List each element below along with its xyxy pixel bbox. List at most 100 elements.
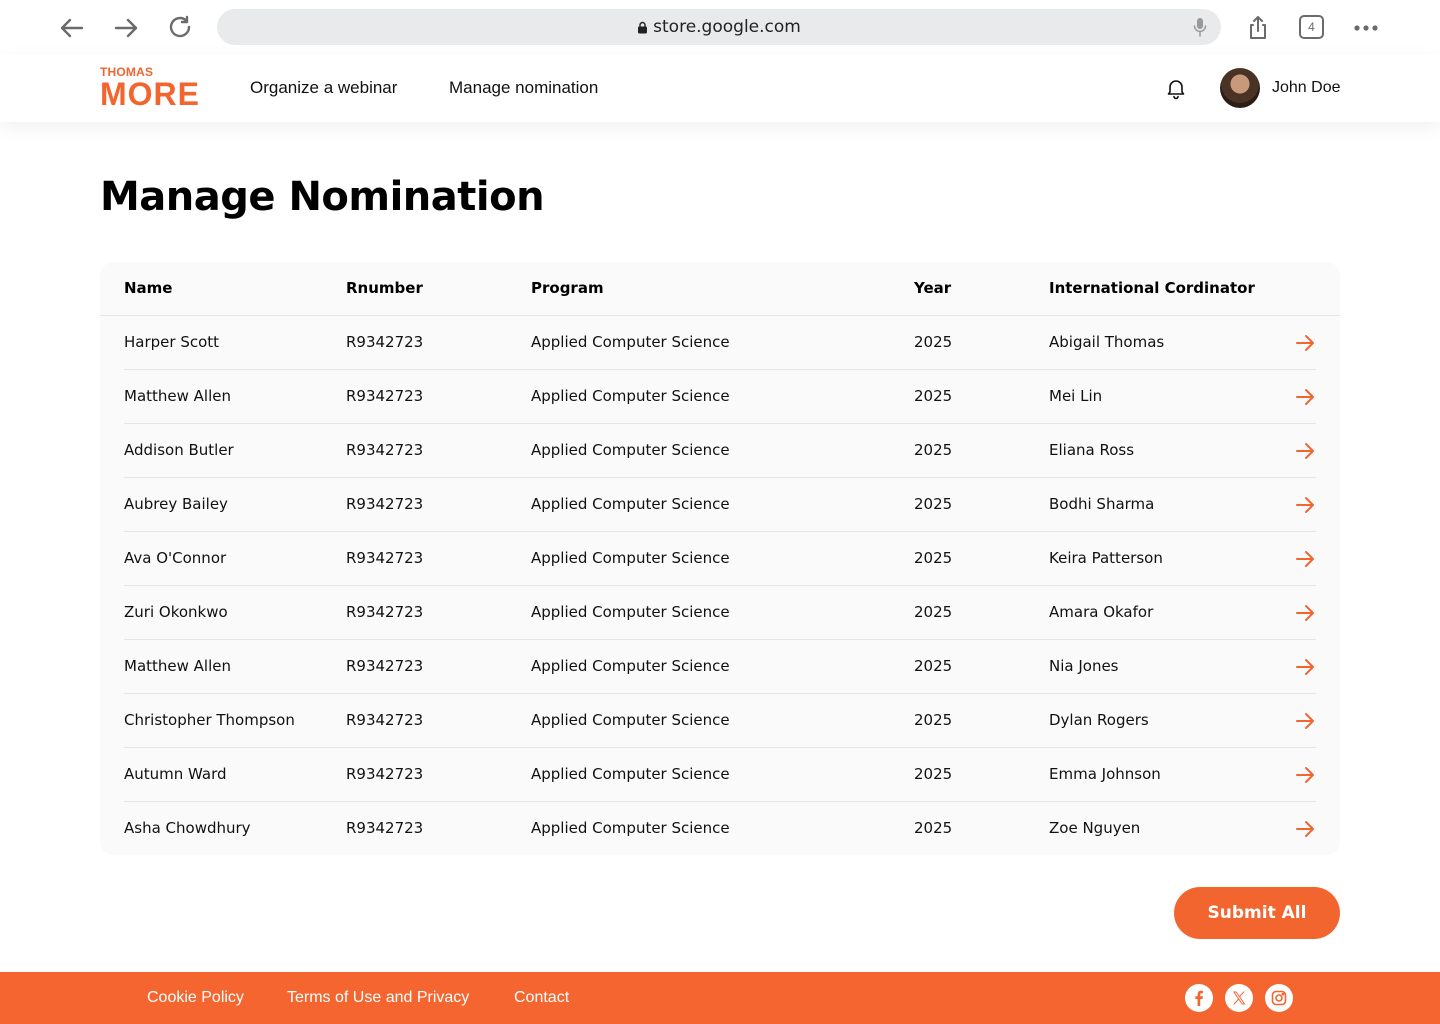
footer-link-contact[interactable]: Contact	[514, 989, 569, 1007]
share-icon[interactable]	[1242, 12, 1274, 44]
cell-coordinator: Nia Jones	[1049, 657, 1119, 675]
table-row[interactable]: Aubrey Bailey R9342723 Applied Computer Sc…	[124, 478, 1316, 532]
cell-program: Applied Computer Science	[531, 495, 730, 513]
cell-coordinator: Zoe Nguyen	[1049, 819, 1141, 837]
cell-rnumber: R9342723	[346, 387, 424, 405]
cell-rnumber: R9342723	[346, 441, 424, 459]
tabs-count-button[interactable]: 4	[1299, 15, 1324, 39]
nominations-table: Name Rnumber Program Year International …	[100, 262, 1340, 855]
address-bar[interactable]: store.google.com	[217, 9, 1221, 45]
arrow-right-icon[interactable]	[1294, 548, 1316, 570]
cell-name: Autumn Ward	[124, 765, 227, 783]
site-footer: Cookie Policy Terms of Use and Privacy C…	[0, 972, 1440, 1024]
column-header-year: Year	[914, 279, 952, 297]
table-row[interactable]: Ava O'Connor R9342723 Applied Computer Sci…	[124, 532, 1316, 586]
cell-year: 2025	[914, 495, 953, 513]
cell-rnumber: R9342723	[346, 333, 424, 351]
browser-toolbar: store.google.com 4	[0, 0, 1440, 54]
cell-name: Matthew Allen	[124, 387, 231, 405]
notification-bell-icon[interactable]	[1164, 76, 1188, 100]
cell-name: Harper Scott	[124, 333, 220, 351]
thomas-more-logo[interactable]: THOMAS MORE	[100, 66, 200, 110]
facebook-icon[interactable]	[1185, 984, 1213, 1012]
column-header-name: Name	[124, 279, 173, 297]
column-header-program: Program	[531, 279, 604, 297]
table-header: Name Rnumber Program Year International …	[100, 262, 1340, 316]
column-header-coordinator: International Cordinator	[1049, 279, 1255, 297]
cell-program: Applied Computer Science	[531, 819, 730, 837]
column-header-rnumber: Rnumber	[346, 279, 423, 297]
cell-program: Applied Computer Science	[531, 711, 730, 729]
arrow-right-icon[interactable]	[1294, 494, 1316, 516]
cell-year: 2025	[914, 441, 953, 459]
page-title: Manage Nomination	[100, 174, 545, 220]
cell-program: Applied Computer Science	[531, 333, 730, 351]
cell-rnumber: R9342723	[346, 549, 424, 567]
cell-year: 2025	[914, 657, 953, 675]
reload-icon[interactable]	[164, 12, 196, 44]
cell-coordinator: Abigail Thomas	[1049, 333, 1165, 351]
cell-program: Applied Computer Science	[531, 549, 730, 567]
cell-year: 2025	[914, 819, 953, 837]
table-row[interactable]: Zuri Okonkwo R9342723 Applied Computer Sci…	[124, 586, 1316, 640]
cell-coordinator: Bodhi Sharma	[1049, 495, 1155, 513]
table-row[interactable]: Asha Chowdhury R9342723 Applied Computer S…	[124, 802, 1316, 856]
more-options-icon[interactable]	[1350, 12, 1382, 44]
table-row[interactable]: Addison Butler R9342723 Applied Computer S…	[124, 424, 1316, 478]
cell-rnumber: R9342723	[346, 657, 424, 675]
x-icon[interactable]	[1225, 984, 1253, 1012]
nav-organize-webinar[interactable]: Organize a webinar	[250, 78, 397, 98]
logo-main-text: MORE	[100, 76, 200, 112]
cell-name: Ava O'Connor	[124, 549, 227, 567]
footer-link-cookie-policy[interactable]: Cookie Policy	[147, 989, 244, 1007]
cell-name: Addison Butler	[124, 441, 234, 459]
arrow-right-icon[interactable]	[1294, 440, 1316, 462]
instagram-icon[interactable]	[1265, 984, 1293, 1012]
cell-coordinator: Eliana Ross	[1049, 441, 1135, 459]
cell-program: Applied Computer Science	[531, 765, 730, 783]
arrow-right-icon[interactable]	[1294, 602, 1316, 624]
url-text: store.google.com	[653, 17, 801, 37]
microphone-icon[interactable]	[1193, 17, 1207, 37]
cell-name: Aubrey Bailey	[124, 495, 228, 513]
arrow-right-icon[interactable]	[1294, 710, 1316, 732]
site-header: THOMAS MORE Organize a webinar Manage no…	[0, 54, 1440, 122]
cell-rnumber: R9342723	[346, 495, 424, 513]
arrow-right-icon[interactable]	[1294, 656, 1316, 678]
table-row[interactable]: Autumn Ward R9342723 Applied Computer Scie…	[124, 748, 1316, 802]
cell-program: Applied Computer Science	[531, 441, 730, 459]
arrow-right-icon[interactable]	[1294, 818, 1316, 840]
cell-year: 2025	[914, 333, 953, 351]
table-row[interactable]: Harper Scott R9342723 Applied Computer Sci…	[124, 316, 1316, 370]
cell-year: 2025	[914, 711, 953, 729]
table-row[interactable]: Matthew Allen R9342723 Applied Computer Sc…	[124, 640, 1316, 694]
table-row[interactable]: Matthew Allen R9342723 Applied Computer Sc…	[124, 370, 1316, 424]
arrow-right-icon[interactable]	[1294, 386, 1316, 408]
cell-year: 2025	[914, 549, 953, 567]
cell-coordinator: Amara Okafor	[1049, 603, 1154, 621]
cell-coordinator: Dylan Rogers	[1049, 711, 1149, 729]
cell-name: Matthew Allen	[124, 657, 231, 675]
cell-name: Asha Chowdhury	[124, 819, 251, 837]
cell-coordinator: Mei Lin	[1049, 387, 1103, 405]
arrow-right-icon[interactable]	[1294, 332, 1316, 354]
cell-rnumber: R9342723	[346, 711, 424, 729]
cell-year: 2025	[914, 387, 953, 405]
cell-program: Applied Computer Science	[531, 603, 730, 621]
cell-year: 2025	[914, 765, 953, 783]
cell-coordinator: Emma Johnson	[1049, 765, 1161, 783]
cell-year: 2025	[914, 603, 953, 621]
cell-rnumber: R9342723	[346, 819, 424, 837]
cell-name: Christopher Thompson	[124, 711, 295, 729]
forward-icon[interactable]	[110, 12, 142, 44]
table-row[interactable]: Christopher Thompson R9342723 Applied Comp…	[124, 694, 1316, 748]
back-icon[interactable]	[56, 12, 88, 44]
user-name[interactable]: John Doe	[1272, 79, 1341, 97]
footer-link-terms[interactable]: Terms of Use and Privacy	[287, 989, 469, 1007]
lock-icon	[638, 21, 648, 33]
submit-all-button[interactable]: Submit All	[1174, 887, 1340, 939]
nav-manage-nomination[interactable]: Manage nomination	[449, 78, 598, 98]
cell-rnumber: R9342723	[346, 603, 424, 621]
avatar[interactable]	[1220, 68, 1260, 108]
arrow-right-icon[interactable]	[1294, 764, 1316, 786]
